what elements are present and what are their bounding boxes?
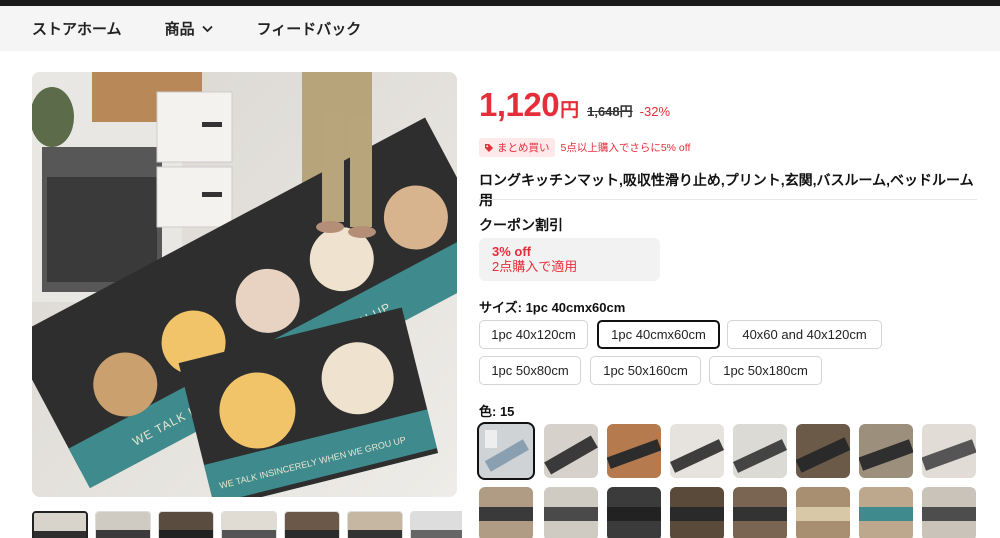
size-heading-label: サイズ: xyxy=(479,300,526,315)
thumbnail-2[interactable] xyxy=(95,511,151,538)
size-option-selected[interactable]: 1pc 40cmx60cm xyxy=(597,320,720,349)
color-heading: 色: 15 xyxy=(479,401,514,420)
bundle-promo: まとめ買い 5点以上購入でさらに5% off xyxy=(479,138,690,157)
color-swatch[interactable] xyxy=(859,487,913,538)
size-option[interactable]: 40x60 and 40x120cm xyxy=(727,320,882,349)
color-heading-label: 色: xyxy=(479,404,500,419)
color-swatch[interactable] xyxy=(607,487,661,538)
size-heading: サイズ: 1pc 40cmx60cm xyxy=(479,297,625,316)
color-swatch[interactable] xyxy=(796,487,850,538)
main-product-image[interactable]: WE TALK INSINCERELY WHEN WE GROU UP WE T… xyxy=(32,72,457,497)
price-unit: 円 xyxy=(560,100,580,121)
color-swatch[interactable] xyxy=(733,487,787,538)
nav-feedback[interactable]: フィードバック xyxy=(257,18,362,39)
current-price: 1,120 xyxy=(479,86,560,123)
chevron-down-icon xyxy=(201,25,213,33)
divider xyxy=(479,199,977,200)
thumbnail-7[interactable] xyxy=(410,511,462,538)
nav-store-home[interactable]: ストアホーム xyxy=(32,18,122,39)
bundle-text: 5点以上購入でさらに5% off xyxy=(560,142,691,154)
color-swatch-selected[interactable] xyxy=(477,422,535,480)
thumbnail-5[interactable] xyxy=(284,511,340,538)
discount-percent: -32% xyxy=(639,104,671,119)
thumbnail-4[interactable] xyxy=(221,511,277,538)
thumbnail-strip xyxy=(32,511,462,538)
color-swatch[interactable] xyxy=(922,487,976,538)
tag-icon xyxy=(484,143,494,153)
coupon-condition: 2点購入で適用 xyxy=(492,259,578,274)
thumbnail-3[interactable] xyxy=(158,511,214,538)
color-swatch[interactable] xyxy=(670,487,724,538)
color-count: 15 xyxy=(499,404,515,419)
color-swatch[interactable] xyxy=(544,424,598,478)
size-option[interactable]: 1pc 50x80cm xyxy=(479,356,581,385)
size-option[interactable]: 1pc 40x120cm xyxy=(479,320,588,349)
thumbnail-1[interactable] xyxy=(32,511,88,538)
nav-store-home-label: ストアホーム xyxy=(32,21,122,38)
price-row: 1,120 円 1,648円 -32% xyxy=(479,86,670,124)
size-option[interactable]: 1pc 50x160cm xyxy=(590,356,701,385)
color-swatch[interactable] xyxy=(544,487,598,538)
bundle-badge-label: まとめ買い xyxy=(497,142,550,154)
color-swatch[interactable] xyxy=(670,424,724,478)
bundle-badge: まとめ買い xyxy=(479,138,555,157)
product-title: ロングキッチンマット,吸収性滑り止め,プリント,玄関,バスルーム,ベッドルーム用 xyxy=(479,172,974,208)
color-swatch[interactable] xyxy=(607,424,661,478)
nav-products[interactable]: 商品 xyxy=(165,18,213,39)
color-swatch[interactable] xyxy=(922,424,976,478)
color-swatch[interactable] xyxy=(733,424,787,478)
color-swatch[interactable] xyxy=(479,487,533,538)
coupon-card[interactable]: 3% off 2点購入で適用 xyxy=(479,238,660,281)
coupon-heading: クーポン割引 xyxy=(479,217,563,233)
size-option[interactable]: 1pc 50x180cm xyxy=(709,356,822,385)
coupon-amount: 3% off xyxy=(492,244,531,259)
original-price: 1,648円 xyxy=(587,104,633,119)
nav-feedback-label: フィードバック xyxy=(256,21,362,38)
nav-products-label: 商品 xyxy=(164,21,195,38)
color-swatches xyxy=(477,422,979,538)
color-swatch[interactable] xyxy=(859,424,913,478)
store-nav-bar: ストアホーム 商品 フィードバック xyxy=(0,6,1000,51)
thumbnail-6[interactable] xyxy=(347,511,403,538)
size-selected-value: 1pc 40cmx60cm xyxy=(525,300,626,315)
color-swatch[interactable] xyxy=(796,424,850,478)
